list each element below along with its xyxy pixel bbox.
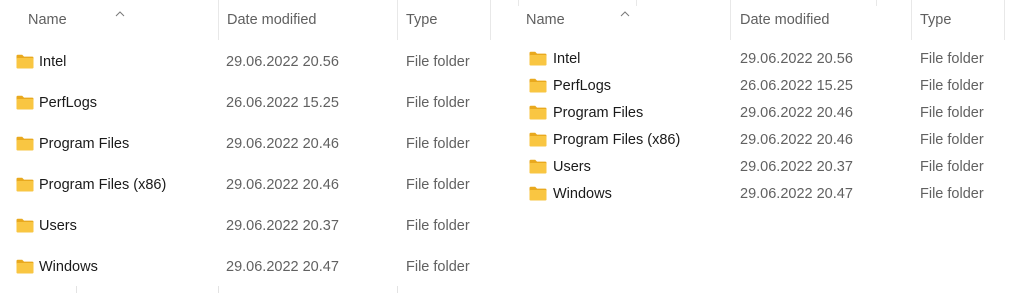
column-divider[interactable] <box>397 0 398 40</box>
list-item[interactable]: PerfLogs 26.06.2022 15.25 File folder <box>518 74 1028 101</box>
folder-icon <box>16 54 34 69</box>
column-header-type[interactable]: Type <box>406 0 437 40</box>
item-type: File folder <box>406 136 470 152</box>
sort-ascending-icon <box>115 4 125 17</box>
item-name: Intel <box>39 54 67 70</box>
list-item[interactable]: Windows 29.06.2022 20.47 File folder <box>518 182 1028 209</box>
column-header: Name Date modified Type <box>518 0 1028 40</box>
folder-icon <box>529 51 547 66</box>
item-name: Program Files <box>39 136 130 152</box>
item-type: File folder <box>406 54 470 70</box>
item-date-modified: 29.06.2022 20.46 <box>740 132 853 148</box>
item-name: Windows <box>39 259 98 275</box>
item-name: Users <box>39 218 77 234</box>
list-item[interactable]: Program Files 29.06.2022 20.46 File folder <box>518 101 1028 128</box>
item-type: File folder <box>406 259 470 275</box>
column-divider <box>518 0 519 6</box>
column-header-name[interactable]: Name <box>28 0 67 40</box>
column-header: Name Date modified Type <box>0 0 496 40</box>
item-date-modified: 29.06.2022 20.46 <box>740 105 853 121</box>
item-date-modified: 29.06.2022 20.37 <box>226 218 339 234</box>
item-name: Windows <box>553 186 612 202</box>
folder-icon <box>16 218 34 233</box>
item-name: PerfLogs <box>553 78 612 94</box>
list-item[interactable]: Users 29.06.2022 20.37 File folder <box>0 206 496 247</box>
folder-icon <box>529 186 547 201</box>
file-list-view-comfortable: Name Date modified Type Intel 29.06.2022 … <box>0 0 496 293</box>
folder-icon <box>16 259 34 274</box>
sort-ascending-icon <box>620 4 630 17</box>
column-header-date-modified[interactable]: Date modified <box>227 0 316 40</box>
item-date-modified: 29.06.2022 20.56 <box>226 54 339 70</box>
folder-icon <box>16 136 34 151</box>
column-divider <box>218 286 219 293</box>
list-item[interactable]: Users 29.06.2022 20.37 File folder <box>518 155 1028 182</box>
folder-icon <box>529 132 547 147</box>
item-name: Program Files (x86) <box>39 177 167 193</box>
column-header-date-modified[interactable]: Date modified <box>740 0 829 40</box>
column-divider[interactable] <box>218 0 219 40</box>
list-item[interactable]: Intel 29.06.2022 20.56 File folder <box>0 42 496 83</box>
list-item[interactable]: Windows 29.06.2022 20.47 File folder <box>0 247 496 288</box>
folder-icon <box>16 177 34 192</box>
column-divider[interactable] <box>911 0 912 40</box>
list-item[interactable]: Program Files 29.06.2022 20.46 File folder <box>0 124 496 165</box>
item-type: File folder <box>920 51 984 67</box>
item-name: Intel <box>553 51 581 67</box>
item-date-modified: 29.06.2022 20.37 <box>740 159 853 175</box>
item-type: File folder <box>920 78 984 94</box>
column-divider <box>76 286 77 293</box>
column-header-type[interactable]: Type <box>920 0 951 40</box>
item-date-modified: 29.06.2022 20.46 <box>226 177 339 193</box>
column-divider <box>397 286 398 293</box>
item-type: File folder <box>406 177 470 193</box>
folder-icon <box>529 78 547 93</box>
column-divider[interactable] <box>490 0 491 40</box>
folder-icon <box>529 105 547 120</box>
list-item[interactable]: Intel 29.06.2022 20.56 File folder <box>518 47 1028 74</box>
list-item[interactable]: Program Files (x86) 29.06.2022 20.46 File … <box>518 128 1028 155</box>
item-type: File folder <box>406 95 470 111</box>
item-type: File folder <box>406 218 470 234</box>
item-type: File folder <box>920 159 984 175</box>
item-date-modified: 29.06.2022 20.47 <box>740 186 853 202</box>
column-divider <box>636 0 637 6</box>
item-date-modified: 29.06.2022 20.47 <box>226 259 339 275</box>
item-date-modified: 26.06.2022 15.25 <box>740 78 853 94</box>
folder-icon <box>529 159 547 174</box>
item-type: File folder <box>920 132 984 148</box>
item-name: Program Files <box>553 105 644 121</box>
column-divider[interactable] <box>730 0 731 40</box>
column-divider <box>876 0 877 6</box>
item-date-modified: 29.06.2022 20.56 <box>740 51 853 67</box>
column-header-name[interactable]: Name <box>526 0 565 40</box>
file-list-view-compact: Name Date modified Type Intel 29.06.2022 … <box>518 0 1028 293</box>
item-date-modified: 29.06.2022 20.46 <box>226 136 339 152</box>
list-item[interactable]: Program Files (x86) 29.06.2022 20.46 File … <box>0 165 496 206</box>
list-item[interactable]: PerfLogs 26.06.2022 15.25 File folder <box>0 83 496 124</box>
item-name: PerfLogs <box>39 95 98 111</box>
item-name: Program Files (x86) <box>553 132 681 148</box>
item-name: Users <box>553 159 591 175</box>
item-type: File folder <box>920 186 984 202</box>
column-divider[interactable] <box>1004 0 1005 40</box>
folder-icon <box>16 95 34 110</box>
item-type: File folder <box>920 105 984 121</box>
item-date-modified: 26.06.2022 15.25 <box>226 95 339 111</box>
